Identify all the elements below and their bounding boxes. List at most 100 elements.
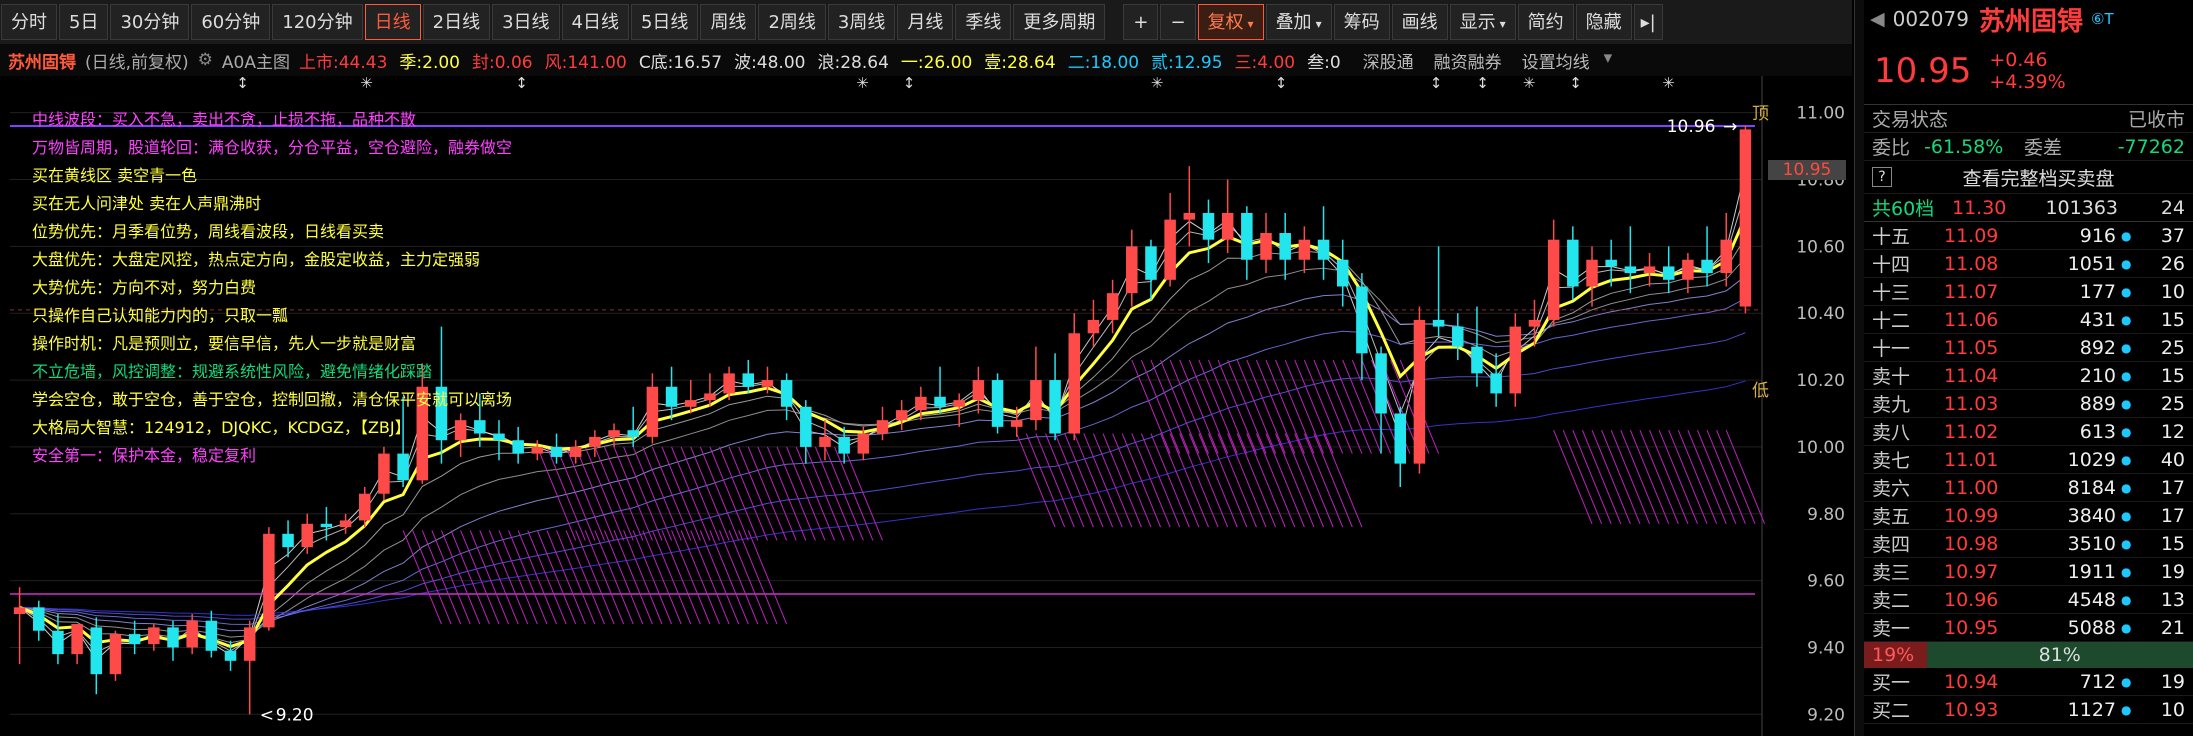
candle (895, 400, 908, 431)
indicator-name[interactable]: A0A主图 (222, 48, 290, 73)
level-volume: 4548 (2067, 588, 2116, 611)
full-book-row[interactable]: ? 查看完整档买卖盘 (1864, 161, 2193, 194)
hatch-stroke (1025, 433, 1066, 528)
level-price: 10.97 (1944, 560, 1999, 583)
period-button[interactable]: 5日线 (630, 4, 699, 40)
level-volume: 1127 (2067, 698, 2116, 721)
period-button[interactable]: 更多周期 (1013, 4, 1106, 40)
order-book-row: 十三 11.07 177 ● 10 (1864, 278, 2193, 306)
info-link[interactable]: 融资融券 (1434, 48, 1502, 73)
candlestick-chart[interactable]: 11.00 10.80 10.60 10.40 10.20 10.00 9.80 9.60 9.… (0, 76, 1852, 736)
period-button[interactable]: 4日线 (561, 4, 629, 40)
candle (1547, 219, 1560, 327)
candle (665, 366, 678, 421)
period-button[interactable]: 分时 (1, 4, 57, 40)
signal-marker-icon: ✳ (360, 76, 373, 92)
dropdown-arrow-icon: ▾ (1315, 17, 1322, 31)
tool-button[interactable]: 隐藏 (1575, 4, 1632, 40)
zoom-out-button[interactable]: − (1160, 4, 1196, 40)
tool-button[interactable]: 简约 (1517, 4, 1574, 40)
hatch-stroke (728, 446, 768, 541)
period-button[interactable]: 30分钟 (110, 4, 190, 40)
gear-icon[interactable]: ⚙ (198, 50, 213, 70)
candle (1164, 192, 1176, 287)
candle (13, 587, 26, 665)
full-book-link[interactable]: 查看完整档买卖盘 (1962, 164, 2114, 191)
period-button[interactable]: 2日线 (422, 4, 491, 40)
hatch-stroke (795, 446, 836, 541)
hatch-stroke (1581, 430, 1622, 524)
level-volume: 889 (2079, 392, 2116, 415)
hatch-stroke (642, 530, 682, 625)
level-count: 19 (2160, 560, 2185, 583)
period-button[interactable]: 60分钟 (191, 4, 271, 40)
trade-status-row: 交易状态 已收市 (1864, 105, 2193, 133)
dot-icon: ● (2121, 340, 2132, 355)
strategy-notes: 中线波段：买入不急，卖出不贪，止损不拖，品种不散 万物皆周期，股道轮回：满仓收获，… (32, 106, 512, 470)
level-price: 10.94 (1944, 670, 1999, 693)
level-count: 25 (2160, 336, 2185, 359)
candle (1662, 246, 1675, 294)
period-button[interactable]: 月线 (897, 4, 954, 40)
last-price: 10.95 (1874, 51, 1972, 91)
dot-icon: ● (2121, 480, 2132, 495)
indicator-values: 上市:44.43 季:2.00 封:0.06 风:141.00 C底:16.57 波:48… (299, 48, 1353, 73)
signal-marker-icon: ✳ (856, 76, 869, 92)
period-button[interactable]: 周线 (700, 4, 757, 40)
zoom-in-button[interactable]: + (1123, 4, 1159, 40)
tool-button[interactable]: 筹码 (1333, 4, 1390, 40)
candle (1413, 306, 1426, 474)
candle (972, 366, 985, 414)
tool-button[interactable]: 复权 ▾ (1197, 4, 1264, 40)
more-tools-icon[interactable]: ▸| (1633, 4, 1663, 40)
level-count: 26 (2160, 252, 2185, 275)
order-book-row: 十四 11.08 1051 ● 26 (1864, 250, 2193, 278)
dot-icon: ● (2121, 702, 2132, 717)
hatch-stroke (719, 446, 759, 541)
tool-button[interactable]: 画线 (1391, 4, 1448, 40)
hatch-stroke (719, 530, 759, 625)
hatch-stroke (1610, 430, 1650, 524)
hatch-stroke (632, 530, 673, 625)
hatch-stroke (709, 530, 749, 625)
price-change: +0.46 (1989, 49, 2048, 71)
candle (1202, 199, 1215, 264)
hatch-stroke (690, 446, 730, 541)
hatch-stroke (1668, 430, 1708, 524)
candle (1490, 353, 1502, 407)
level-price: 11.04 (1944, 364, 1999, 387)
badge-icon[interactable]: ⑥T (2091, 10, 2114, 28)
order-book-row: 卖六 11.00 8184 ● 17 (1864, 474, 2193, 502)
hatch-stroke (517, 530, 557, 625)
tool-button[interactable]: 显示 ▾ (1449, 4, 1516, 40)
period-button[interactable]: 日线 (364, 4, 421, 40)
hatch-stroke (565, 530, 605, 625)
prev-stock-icon[interactable]: ◀ (1870, 8, 1885, 30)
level-volume: 1051 (2067, 252, 2116, 275)
hatch-stroke (1208, 433, 1248, 528)
period-button[interactable]: 3日线 (492, 4, 560, 40)
candle (128, 620, 141, 655)
level-count: 10 (2160, 280, 2185, 303)
chart-mode: (日线,前复权) (85, 52, 189, 73)
tool-button-label: 复权 (1207, 12, 1244, 33)
period-button[interactable]: 5日 (59, 4, 109, 40)
signal-marker-icon: ↕ (1476, 76, 1489, 92)
tool-button[interactable]: 叠加 ▾ (1265, 4, 1332, 40)
level-price: 10.98 (1944, 532, 1999, 555)
hatch-stroke (1160, 359, 1200, 454)
level-count: 17 (2160, 476, 2185, 499)
period-button[interactable]: 120分钟 (272, 4, 363, 40)
info-link[interactable]: 深股通 (1363, 48, 1414, 73)
hatch-stroke (1255, 359, 1296, 454)
candle (1030, 346, 1042, 431)
period-button[interactable]: 2周线 (758, 4, 826, 40)
candle (90, 617, 103, 695)
hatch-stroke (632, 446, 673, 541)
info-link[interactable]: 设置均线 (1522, 48, 1590, 73)
period-button[interactable]: 3周线 (827, 4, 896, 40)
period-button[interactable]: 季线 (955, 4, 1012, 40)
order-book-row: 卖四 10.98 3510 ● 15 (1864, 530, 2193, 558)
current-price-tag: 10.95 (1768, 160, 1846, 180)
candle (1509, 313, 1522, 407)
